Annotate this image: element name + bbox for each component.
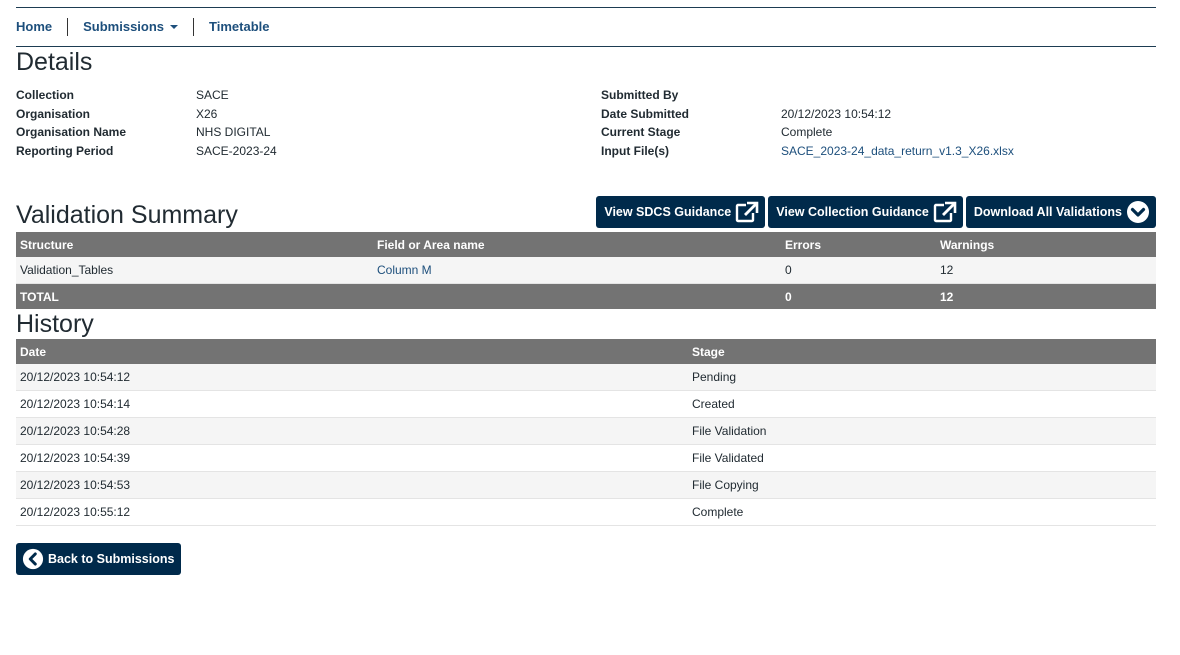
nav-timetable-label: Timetable <box>209 19 270 34</box>
history-date: 20/12/2023 10:54:28 <box>16 417 688 445</box>
history-stage: File Validated <box>688 444 1156 472</box>
history-stage: Created <box>688 390 1156 418</box>
chevron-left-circle-icon <box>22 548 44 570</box>
history-stage: Pending <box>688 364 1156 391</box>
download-all-validations-button[interactable]: Download All Validations <box>965 196 1156 228</box>
view-sdcs-guidance-label: View SDCS Guidance <box>604 205 732 219</box>
input-file-link[interactable]: SACE_2023-24_data_return_v1.3_X26.xlsx <box>781 142 1014 161</box>
detail-label: Submitted By <box>601 88 679 102</box>
total-empty-cell <box>373 283 781 309</box>
detail-value <box>781 86 1014 105</box>
table-header-row: Structure Field or Area name Errors Warn… <box>16 232 1156 257</box>
warnings-cell: 12 <box>936 257 1156 284</box>
column-header[interactable]: Date <box>16 339 688 364</box>
table-row: 20/12/2023 10:54:28 File Validation <box>16 417 1156 445</box>
table-row: 20/12/2023 10:54:53 File Copying <box>16 471 1156 499</box>
details-left-labels: Collection Organisation Organisation Nam… <box>16 86 126 160</box>
details-heading: Details <box>16 48 93 76</box>
field-link[interactable]: Column M <box>377 263 432 277</box>
history-date: 20/12/2023 10:54:14 <box>16 390 688 418</box>
detail-value: X26 <box>196 106 218 121</box>
validation-summary-table: Structure Field or Area name Errors Warn… <box>16 232 1156 309</box>
detail-label: Organisation Name <box>16 125 127 140</box>
column-header[interactable]: Field or Area name <box>373 232 781 257</box>
page: Home Submissions Timetable Details Colle… <box>16 7 1156 575</box>
validation-summary-header: Validation Summary View SDCS Guidance Vi… <box>16 196 1156 232</box>
validation-summary-heading: Validation Summary <box>16 201 238 229</box>
external-link-icon <box>736 201 759 223</box>
caret-down-icon <box>170 25 179 29</box>
errors-cell: 0 <box>781 257 936 284</box>
column-header[interactable]: Stage <box>688 339 1156 364</box>
history-date: 20/12/2023 10:54:12 <box>16 364 688 391</box>
detail-label: Input File(s) <box>601 143 669 158</box>
history-heading: History <box>16 310 94 338</box>
details-right-values: 20/12/2023 10:54:12 Complete SACE_2023-2… <box>781 86 1014 160</box>
table-row: 20/12/2023 10:55:12 Complete <box>16 498 1156 526</box>
detail-value: Complete <box>781 125 833 140</box>
external-link-icon <box>933 201 957 223</box>
detail-label: Organisation <box>16 106 91 121</box>
guidance-buttons: View SDCS Guidance View Collection Guida… <box>596 196 1156 228</box>
detail-label: Current Stage <box>601 125 681 140</box>
history-stage: File Copying <box>688 471 1156 499</box>
history-stage: Complete <box>688 498 1156 526</box>
nav-timetable[interactable]: Timetable <box>194 18 284 36</box>
total-warnings: 12 <box>936 283 1156 309</box>
column-header[interactable]: Errors <box>781 232 936 257</box>
table-header-row: Date Stage <box>16 339 1156 364</box>
history-date: 20/12/2023 10:54:39 <box>16 444 688 472</box>
nav-home-label: Home <box>16 19 53 34</box>
table-row: 20/12/2023 10:54:12 Pending <box>16 364 1156 391</box>
table-row: 20/12/2023 10:54:14 Created <box>16 390 1156 418</box>
detail-value: SACE-2023-24 <box>196 143 277 158</box>
total-errors: 0 <box>781 283 936 309</box>
nav-submissions[interactable]: Submissions <box>68 18 193 36</box>
nav-home[interactable]: Home <box>16 18 67 36</box>
total-row: TOTAL 0 12 <box>16 283 1156 309</box>
detail-value: SACE <box>196 88 229 102</box>
detail-value: 20/12/2023 10:54:12 <box>781 106 892 121</box>
table-row: Validation_Tables Column M 0 12 <box>16 257 1156 284</box>
download-all-validations-label: Download All Validations <box>973 205 1122 219</box>
detail-label: Date Submitted <box>601 106 690 121</box>
view-collection-guidance-button[interactable]: View Collection Guidance <box>768 196 963 228</box>
detail-label: Collection <box>16 88 75 102</box>
view-collection-guidance-label: View Collection Guidance <box>776 205 929 219</box>
column-header[interactable]: Warnings <box>936 232 1156 257</box>
view-sdcs-guidance-button[interactable]: View SDCS Guidance <box>596 196 766 228</box>
back-to-submissions-button[interactable]: Back to Submissions <box>16 543 182 575</box>
table-row: 20/12/2023 10:54:39 File Validated <box>16 444 1156 472</box>
detail-value: NHS DIGITAL <box>196 125 271 140</box>
total-label: TOTAL <box>16 283 373 309</box>
details-right-labels: Submitted By Date Submitted Current Stag… <box>601 86 689 160</box>
top-nav: Home Submissions Timetable <box>16 7 1156 47</box>
history-table: Date Stage 20/12/2023 10:54:12 Pending 2… <box>16 339 1156 526</box>
column-header[interactable]: Structure <box>16 232 373 257</box>
detail-label: Reporting Period <box>16 143 114 158</box>
chevron-down-circle-icon <box>1127 201 1149 223</box>
structure-cell: Validation_Tables <box>16 257 373 284</box>
history-date: 20/12/2023 10:55:12 <box>16 498 688 526</box>
history-date: 20/12/2023 10:54:53 <box>16 471 688 499</box>
back-to-submissions-label: Back to Submissions <box>48 552 175 566</box>
field-cell: Column M <box>373 257 781 284</box>
details-grid: Collection Organisation Organisation Nam… <box>16 86 1156 162</box>
history-stage: File Validation <box>688 417 1156 445</box>
details-left-values: SACE X26 NHS DIGITAL SACE-2023-24 <box>196 86 277 160</box>
nav-submissions-label: Submissions <box>83 19 165 34</box>
